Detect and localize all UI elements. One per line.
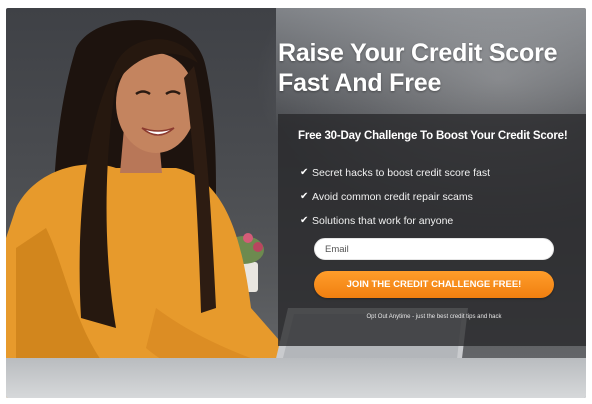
signup-panel: Free 30-Day Challenge To Boost Your Cred…: [278, 114, 586, 346]
benefit-text: Avoid common credit repair scams: [312, 191, 473, 203]
headline-line-1: Raise Your Credit Score: [278, 39, 558, 67]
checkmark-icon: ✔: [300, 215, 309, 226]
benefit-text: Solutions that work for anyone: [312, 215, 454, 227]
hero-section: Raise Your Credit Score Fast And Free Fr…: [6, 8, 586, 398]
benefit-text: Secret hacks to boost credit score fast: [312, 167, 490, 179]
email-field[interactable]: [314, 238, 554, 260]
woman-photo: [6, 8, 306, 398]
desk-surface: [6, 358, 586, 398]
benefit-item: ✔ Avoid common credit repair scams: [300, 190, 490, 214]
hero-headline: Raise Your Credit Score Fast And Free: [278, 38, 578, 98]
panel-title: Free 30-Day Challenge To Boost Your Cred…: [298, 130, 568, 142]
checkmark-icon: ✔: [300, 191, 309, 202]
benefit-item: ✔ Solutions that work for anyone: [300, 214, 490, 238]
benefit-list: ✔ Secret hacks to boost credit score fas…: [300, 166, 490, 238]
opt-out-note: Opt Out Anytime - just the best credit t…: [366, 314, 502, 320]
headline-line-2: Fast And Free: [278, 69, 442, 97]
checkmark-icon: ✔: [300, 167, 309, 178]
join-challenge-button[interactable]: JOIN THE CREDIT CHALLENGE FREE!: [314, 271, 554, 298]
benefit-item: ✔ Secret hacks to boost credit score fas…: [300, 166, 490, 190]
